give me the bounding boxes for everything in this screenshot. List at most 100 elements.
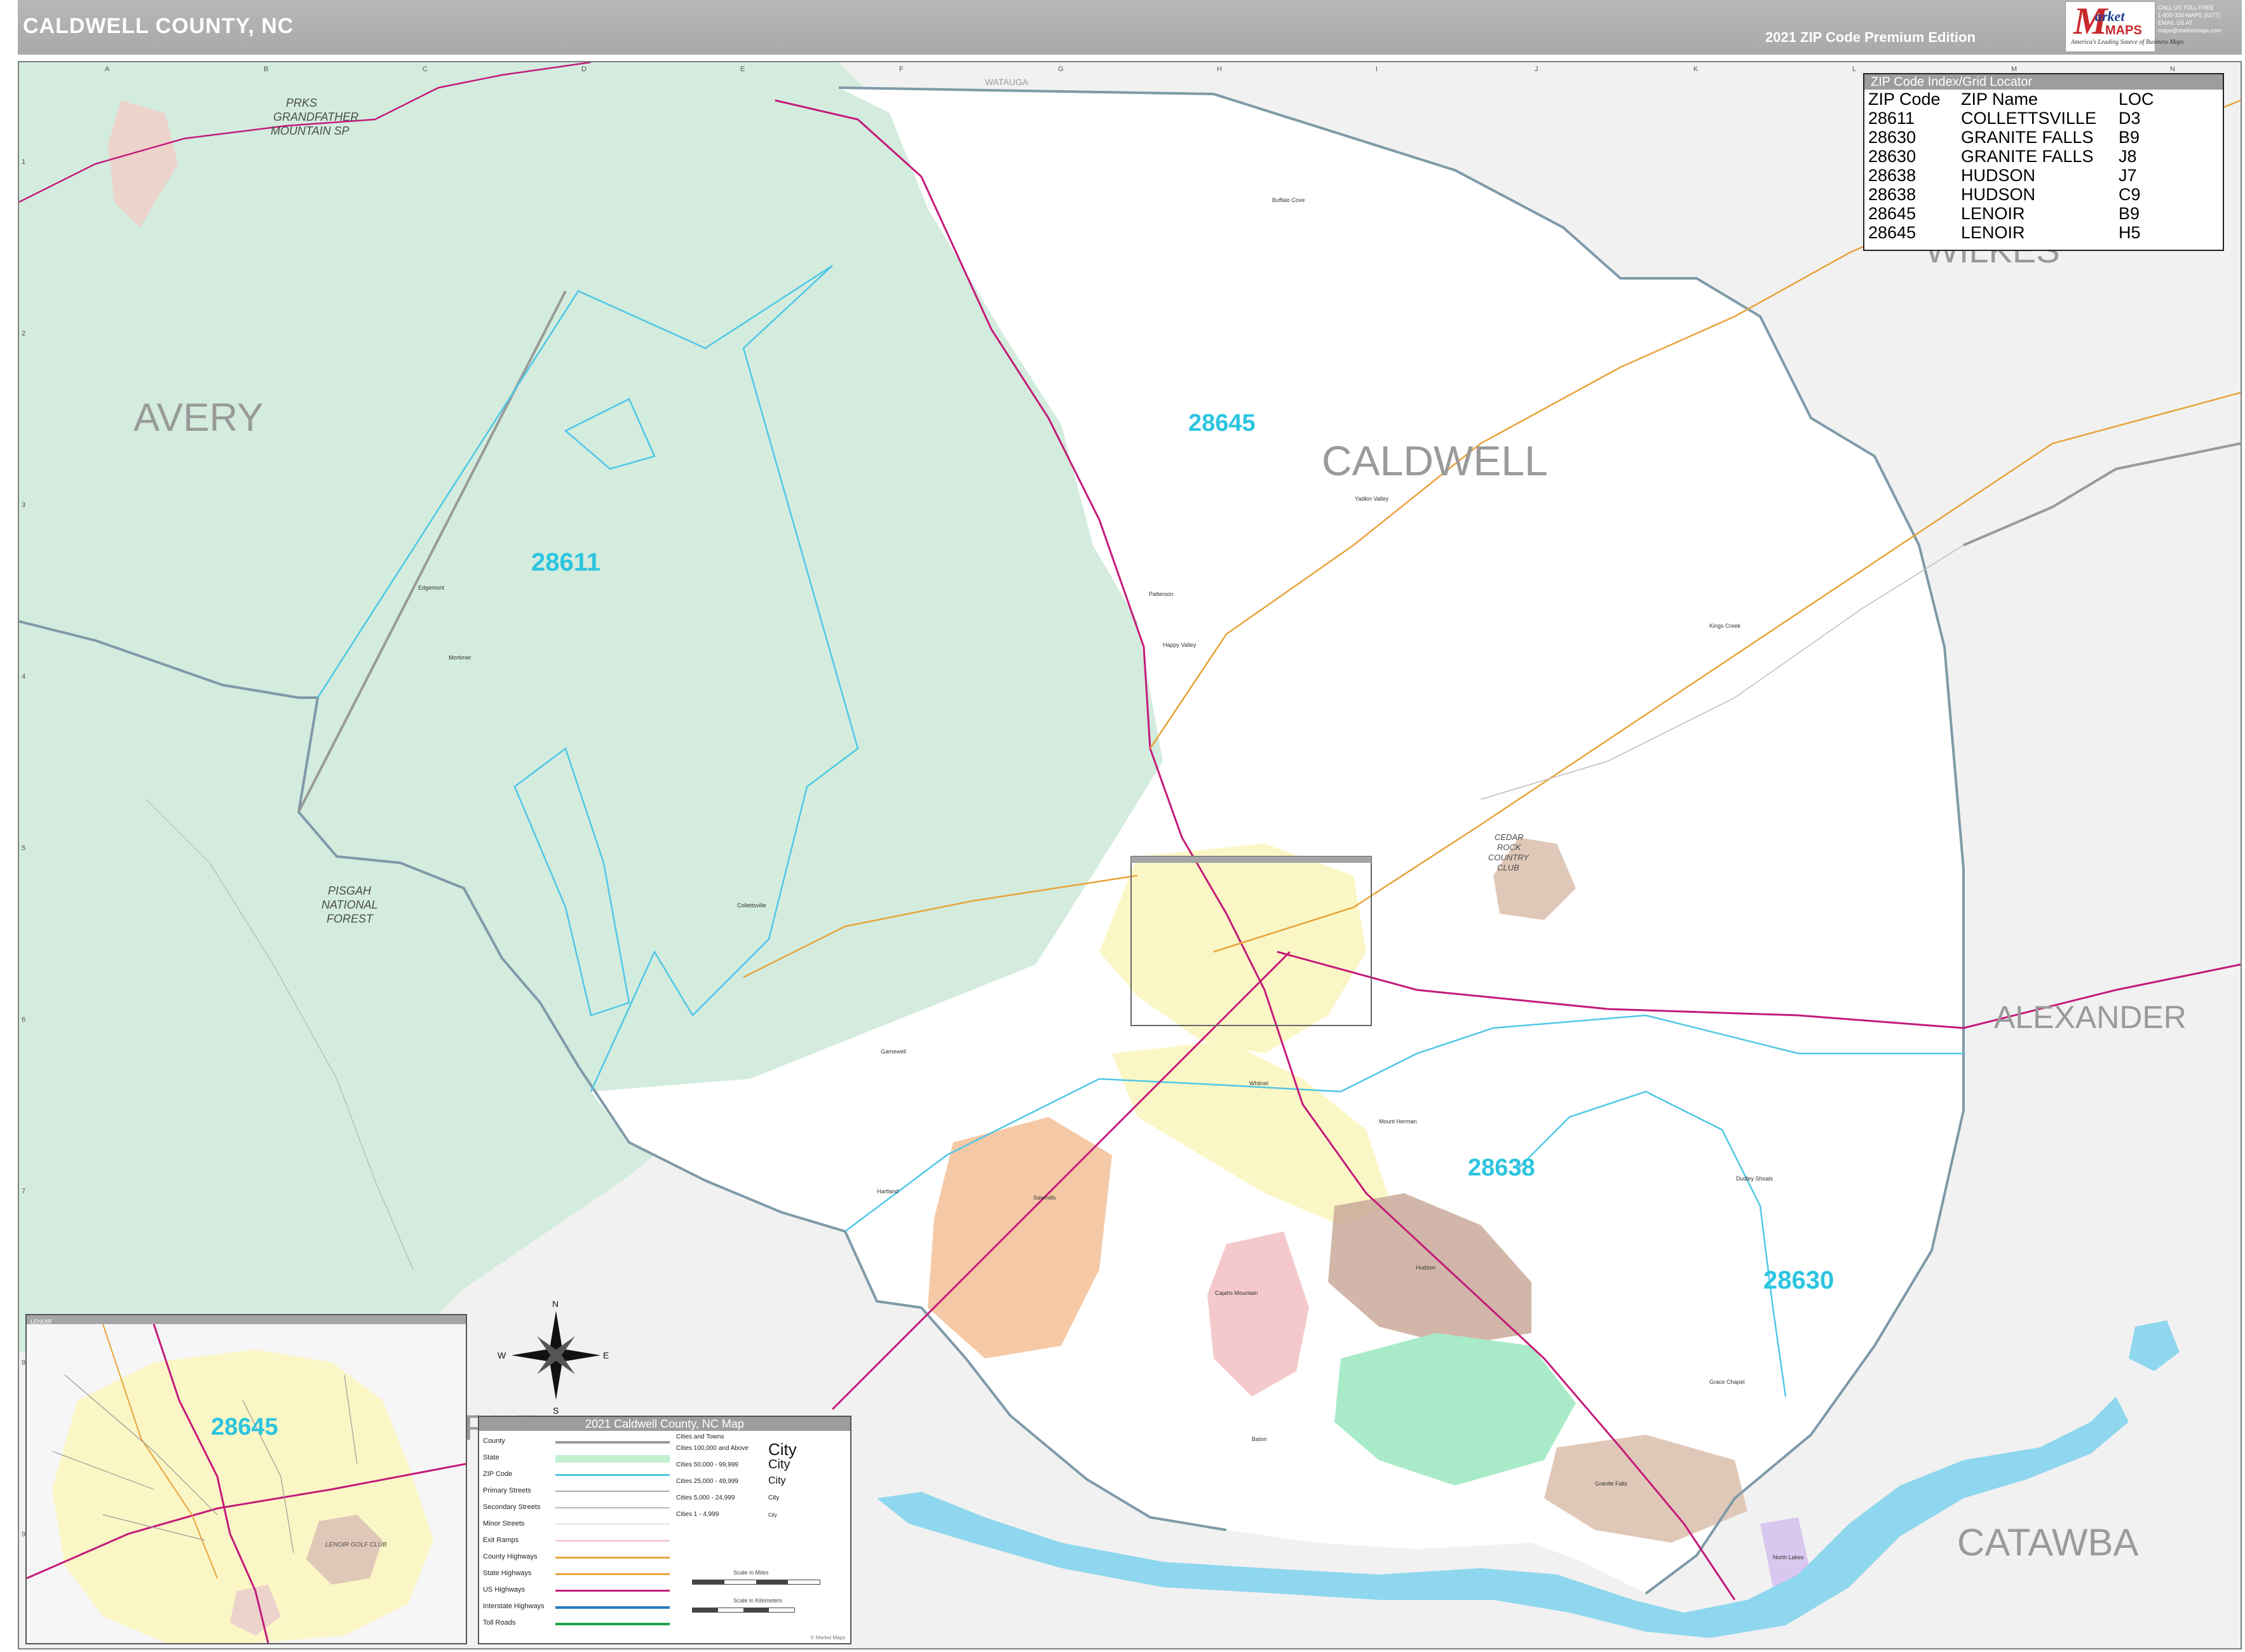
table-row: 28611 COLLETTSVILLE D3 [1866,109,2157,128]
grid-col-i: I [1376,65,1378,73]
table-row: 28645 LENOIR H5 [1866,223,2157,242]
place-collettsville: Collettsville [737,902,766,909]
grid-col-e: E [740,65,745,73]
pisgah-label-line1: PISGAH [328,884,372,897]
place-cajahs-mountain: Cajahs Mountain [1215,1290,1258,1296]
legend-zip-label: ZIP Code [483,1470,513,1478]
zip-cell: 28611 [1868,109,1915,128]
grid-row-2: 2 [22,330,25,337]
legend-scale-miles-bar [692,1580,820,1585]
legend-city-range-2: Cities 50,000 - 99,999 [676,1461,738,1468]
table-row: 28638 HUDSON J7 [1866,166,2157,185]
zip-name-cell: LENOIR [1961,223,2025,242]
table-row: 28638 HUDSON C9 [1866,185,2157,204]
legend-county-hwy-label: County Highways [483,1553,538,1561]
place-baton: Baton [1252,1436,1267,1442]
zip-index-col-name: ZIP Name [1961,90,2038,109]
place-grace-chapel: Grace Chapel [1709,1379,1745,1385]
legend-city-range-3: Cities 25,000 - 49,999 [676,1478,738,1485]
legend-interstate-label: Interstate Highways [483,1602,545,1610]
cedar-rock-line2: ROCK [1497,843,1522,852]
zip-index-box: ZIP Code Index/Grid Locator ZIP Code ZIP… [1863,73,2224,251]
zip-label-28638: 28638 [1468,1154,1535,1181]
place-whitnel: Whitnel [1249,1080,1268,1087]
legend-scale-km-bar [692,1608,795,1613]
legend-county-label: County [483,1437,505,1445]
legend-copyright: © Market Maps [810,1635,845,1641]
map-header: CALDWELL COUNTY, NC 2021 ZIP Code Premiu… [18,0,2242,55]
zip-name-cell: HUDSON [1961,185,2036,204]
lenoir-inset-map: LENOIR 28645 LENOIR GOLF CLUB [25,1314,467,1644]
zip-loc-cell: J7 [2119,166,2137,185]
legend-us-hwy-label: US Highways [483,1586,526,1594]
table-row: 28630 GRANITE FALLS B9 [1866,128,2157,147]
grid-col-a: A [105,65,110,73]
zip-index-header-row: ZIP Code ZIP Name LOC [1866,90,2157,109]
grid-row-3: 3 [22,501,25,509]
zip-index-col-loc: LOC [2119,90,2154,109]
pisgah-label-line2: NATIONAL [322,898,378,911]
grid-col-g: G [1058,65,1064,73]
county-label-catawba: CATAWBA [1957,1521,2139,1564]
legend-county-hwy-swatch [555,1557,670,1559]
table-row: 28645 LENOIR B9 [1866,204,2157,223]
grid-row-4: 4 [22,673,25,680]
contact-line: 1-800-334-MAPS (6277) [2158,12,2221,18]
zip-label-28645: 28645 [1188,410,1256,437]
legend-zip-swatch [555,1474,670,1476]
grid-col-j: J [1535,65,1538,73]
contact-line: maps@marketmaps.com [2158,27,2222,34]
map-title: CALDWELL COUNTY, NC [23,14,294,38]
legend-city-sample-5: City [768,1512,777,1518]
legend-toll-swatch [555,1623,670,1625]
logo-maps: MAPS [2105,24,2142,37]
zip-cell: 28630 [1868,128,1916,147]
grid-row-5: 5 [22,844,25,852]
legend-city-range-5: Cities 1 - 4,999 [676,1511,719,1518]
legend-city-range-1: Cities 100,000 and Above [676,1445,749,1452]
compass-w: W [498,1350,506,1360]
legend-scale-km: Scale in Kilometers [733,1597,783,1604]
legend-county-swatch [555,1441,670,1444]
place-buffalo-cove: Buffalo Cove [1272,197,1305,203]
county-label-caldwell: CALDWELL [1322,437,1548,484]
legend-state-swatch [555,1455,670,1463]
zip-name-cell: LENOIR [1961,204,2025,223]
legend-toll-label: Toll Roads [483,1619,516,1627]
zip-label-28611: 28611 [531,548,600,576]
zip-index-heading: ZIP Code Index/Grid Locator [1864,74,2223,90]
grid-col-h: H [1217,65,1222,73]
compass-n: N [552,1299,559,1309]
zip-name-cell: GRANITE FALLS [1961,128,2094,147]
grid-col-k: K [1693,65,1699,73]
grid-col-m: M [2011,65,2017,73]
zip-loc-cell: D3 [2119,109,2141,128]
legend-secondary-label: Secondary Streets [483,1503,541,1511]
grid-col-l: L [1852,65,1856,73]
inset-heading: LENOIR [27,1315,466,1325]
place-happy-valley: Happy Valley [1163,642,1197,648]
legend-title: 2021 Caldwell County, NC Map [479,1417,850,1431]
place-edgemont: Edgemont [418,585,445,591]
grid-col-c: C [423,65,428,73]
county-label-watauga: WATAUGA [985,77,1029,87]
legend-scale-miles: Scale in Miles [733,1569,769,1576]
inset-svg: 28645 LENOIR GOLF CLUB [27,1324,466,1643]
grid-row-7: 7 [22,1188,25,1195]
zip-loc-cell: J8 [2119,147,2137,166]
legend-city-range-4: Cities 5,000 - 24,999 [676,1494,735,1501]
zip-cell: 28638 [1868,185,1916,204]
map-legend: 2021 Caldwell County, NC Map County Stat… [478,1416,851,1644]
place-kings-creek: Kings Creek [1709,623,1741,629]
legend-state-hwy-label: State Highways [483,1569,532,1577]
zip-label-28630: 28630 [1763,1266,1834,1294]
zip-cell: 28645 [1868,204,1916,223]
legend-cities-heading: Cities and Towns [676,1433,724,1440]
zip-name-cell: HUDSON [1961,166,2036,185]
park-label-line1: PRKS [286,97,317,109]
zip-cell: 28645 [1868,223,1916,242]
zip-loc-cell: H5 [2119,223,2141,242]
place-mortimer: Mortimer [449,654,471,661]
cedar-rock-line4: CLUB [1497,863,1519,872]
logo-market: arket [2095,8,2125,24]
